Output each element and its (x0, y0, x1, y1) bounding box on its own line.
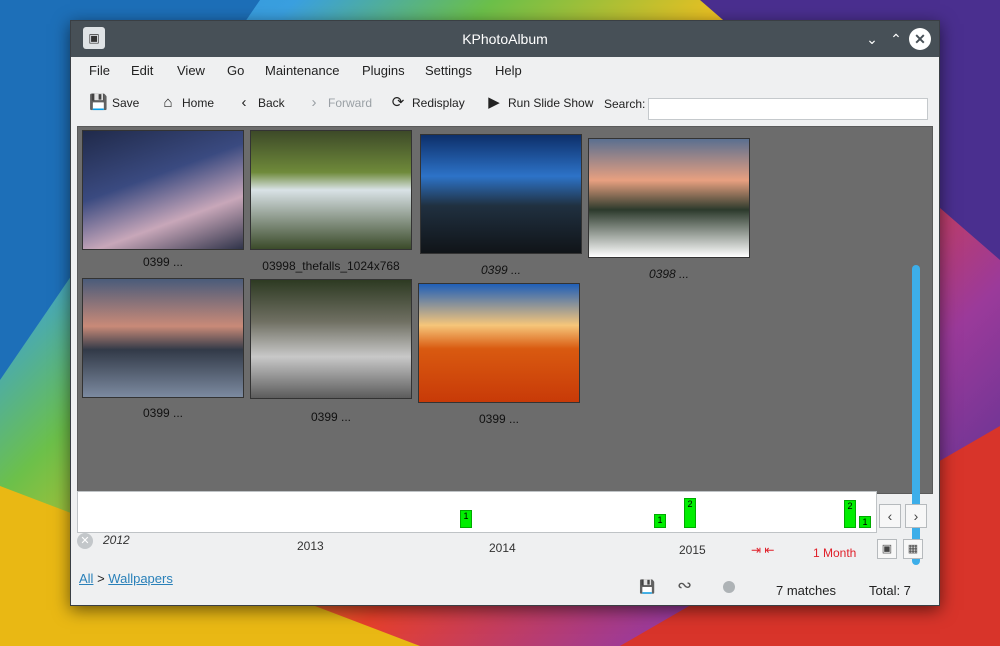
search-input[interactable] (648, 98, 928, 120)
thumbnail-caption: 0399 ... (478, 412, 520, 426)
thumbnail[interactable] (588, 138, 750, 258)
home-icon: ⌂ (163, 94, 173, 111)
redisplay-button[interactable]: ⟳ Redisplay (389, 94, 465, 112)
forward-arrow-icon: › (311, 94, 317, 111)
menu-go[interactable]: Go (227, 63, 244, 78)
match-count: 7 matches (776, 583, 836, 598)
thumbnail-caption: 03998_thefalls_1024x768 (262, 259, 400, 273)
kphotoalbum-window: ▣ KPhotoAlbum ⌄ ⌃ ✕ File Edit View Go Ma… (70, 20, 940, 606)
menu-bar: File Edit View Go Maintenance Plugins Se… (71, 57, 939, 85)
menu-file[interactable]: File (89, 63, 110, 78)
slideshow-label: Run Slide Show (508, 96, 594, 110)
timeline-clear-icon[interactable]: ✕ (77, 533, 93, 549)
close-button[interactable]: ✕ (909, 28, 931, 50)
save-button[interactable]: 💾 Save (89, 94, 139, 112)
maximize-button[interactable]: ⌃ (885, 28, 907, 50)
timeline-year: 2012 (103, 533, 130, 547)
timeline-unit: 1 Month (813, 546, 857, 560)
menu-edit[interactable]: Edit (131, 63, 153, 78)
timeline-prev-button[interactable]: ‹ (879, 504, 901, 528)
title-bar: ▣ KPhotoAlbum ⌄ ⌃ ✕ (71, 21, 939, 57)
forward-button[interactable]: › Forward (305, 94, 373, 112)
back-label: Back (258, 96, 285, 110)
menu-maintenance[interactable]: Maintenance (265, 63, 339, 78)
menu-settings[interactable]: Settings (425, 63, 472, 78)
timeline-year: 2015 (679, 543, 706, 557)
slideshow-button[interactable]: ▶ Run Slide Show (485, 94, 593, 112)
menu-help[interactable]: Help (495, 63, 522, 78)
timeline-bar[interactable]: 2 (684, 498, 696, 528)
thumbnail-caption: 0399 ... (480, 263, 522, 277)
timeline-year: 2014 (489, 541, 516, 555)
menu-view[interactable]: View (177, 63, 205, 78)
refresh-icon: ⟳ (391, 94, 405, 111)
zoom-in-button[interactable]: ▣ (877, 539, 897, 559)
search-label: Search: (604, 97, 646, 111)
forward-label: Forward (328, 96, 373, 110)
breadcrumb: All > Wallpapers (79, 571, 173, 586)
home-label: Home (182, 96, 215, 110)
status-led-icon (723, 581, 735, 593)
thumbnail[interactable] (250, 130, 412, 250)
thumbnail[interactable] (418, 283, 580, 403)
thumbnail-caption: 0398 ... (648, 267, 690, 281)
wifi-icon: ∾ (677, 575, 693, 595)
slideshow-icon: ▶ (488, 94, 500, 111)
minimize-button[interactable]: ⌄ (861, 28, 883, 50)
thumbnail-caption: 0399 ... (142, 406, 184, 420)
save-icon: 💾 (89, 94, 108, 111)
breadcrumb-all[interactable]: All (79, 571, 93, 586)
thumbnail[interactable] (250, 279, 412, 399)
timeline-bar[interactable]: 1 (654, 514, 666, 528)
zoom-out-button[interactable]: ▦ (903, 539, 923, 559)
timeline-year: 2013 (297, 539, 324, 553)
timeline-next-button[interactable]: › (905, 504, 927, 528)
save-status-icon: 💾 (639, 579, 656, 594)
menu-plugins[interactable]: Plugins (362, 63, 405, 78)
timeline-bar[interactable]: 2 (844, 500, 856, 528)
back-arrow-icon: ‹ (241, 94, 247, 111)
timeline-bar[interactable]: 1 (460, 510, 472, 528)
status-bar: All > Wallpapers 💾 ∾ 7 matches Total: 7 (71, 561, 939, 605)
thumbnail[interactable] (82, 130, 244, 250)
thumbnail-caption: 0399 ... (310, 410, 352, 424)
window-title: KPhotoAlbum (462, 31, 548, 47)
save-label: Save (112, 96, 140, 110)
vertical-scrollbar[interactable] (910, 251, 922, 581)
thumbnail-caption: 0399 ... (142, 255, 184, 269)
breadcrumb-wallpapers[interactable]: Wallpapers (108, 571, 173, 586)
thumbnail-grid: 0399 ... 03998_thefalls_1024x768 0399 ..… (77, 126, 933, 565)
home-button[interactable]: ⌂ Home (159, 94, 214, 112)
total-count: Total: 7 (869, 583, 911, 598)
redisplay-label: Redisplay (412, 96, 465, 110)
timeline-unit-arrows: ⇥ ⇤ (751, 543, 775, 557)
back-button[interactable]: ‹ Back (235, 94, 285, 112)
date-timeline[interactable]: 1 1 2 2 1 (77, 491, 877, 533)
breadcrumb-separator: > (97, 571, 105, 586)
thumbnail[interactable] (420, 134, 582, 254)
thumbnail[interactable] (82, 278, 244, 398)
timeline-bar[interactable]: 1 (859, 516, 871, 528)
